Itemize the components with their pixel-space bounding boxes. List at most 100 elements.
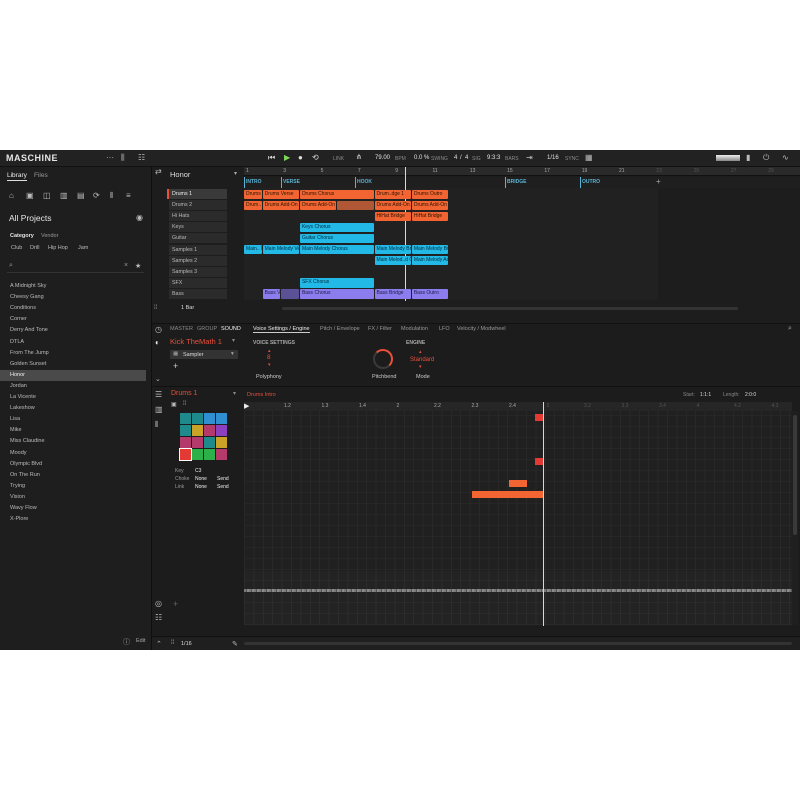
dropdown-icon[interactable]: ▾ xyxy=(234,170,237,177)
clip[interactable]: Main Melody Bridge xyxy=(374,245,411,255)
plugin-icon[interactable]: ◐ xyxy=(155,338,160,347)
velocity-lane[interactable] xyxy=(244,577,792,605)
down-arrow-icon[interactable]: ▾ xyxy=(419,364,422,370)
playhead[interactable] xyxy=(405,167,406,301)
menu-icon[interactable]: ··· xyxy=(106,153,114,162)
list-item[interactable]: Jordan xyxy=(0,381,146,392)
param-tab[interactable]: Modulation xyxy=(401,326,428,332)
list-item[interactable]: Moody xyxy=(0,448,146,459)
drum-pad[interactable] xyxy=(204,437,215,448)
tag-drill[interactable]: Drill xyxy=(30,245,39,251)
note[interactable] xyxy=(509,480,527,487)
choke-send[interactable]: Send xyxy=(217,476,229,482)
drum-pad[interactable] xyxy=(192,437,203,448)
param-tab[interactable]: LFO xyxy=(439,326,450,332)
drum-pad[interactable] xyxy=(180,425,191,436)
projects-title[interactable]: All Projects xyxy=(9,213,52,223)
effect-icon[interactable]: ▤ xyxy=(77,191,85,200)
list-item[interactable]: Miss Claudine xyxy=(0,436,146,447)
section-intro[interactable]: INTRO xyxy=(246,179,262,185)
clip[interactable]: Drums Add-On Verse xyxy=(411,200,449,210)
tag-jam[interactable]: Jam xyxy=(78,245,88,251)
arranger-icon[interactable]: ⇄ xyxy=(155,167,162,176)
clip[interactable]: Drums Verse xyxy=(262,189,299,199)
link-value[interactable]: None xyxy=(195,484,207,490)
drum-pad[interactable] xyxy=(192,413,203,424)
sync-label[interactable]: SYNC xyxy=(565,156,579,162)
clip[interactable]: Drum..dge 1 xyxy=(374,189,411,199)
info-icon[interactable]: ⓘ xyxy=(123,637,130,647)
link-send[interactable]: Send xyxy=(217,484,229,490)
list-item[interactable]: Honor xyxy=(0,369,146,381)
note[interactable] xyxy=(472,491,544,498)
loop-icon[interactable]: ⟳ xyxy=(93,191,100,200)
clip[interactable]: Bass Outro xyxy=(411,289,449,299)
clip[interactable]: Drums Add-On Verse xyxy=(374,200,411,210)
clip[interactable]: Drums Intro xyxy=(244,189,262,199)
arranger-scrollbar[interactable] xyxy=(282,307,738,310)
section-hook[interactable]: HOOK xyxy=(357,179,372,185)
pitchbend-knob[interactable] xyxy=(373,349,393,369)
key-value[interactable]: C3 xyxy=(195,468,201,474)
track-name[interactable]: Keys xyxy=(169,222,227,233)
group-name[interactable]: Honor xyxy=(170,170,190,179)
clip[interactable]: Main Melod..d On Bridge 1 xyxy=(374,256,411,266)
tag-hip-hop[interactable]: Hip Hop xyxy=(48,245,68,251)
track-name[interactable]: Samples 2 xyxy=(169,255,227,266)
drum-pad[interactable] xyxy=(216,437,227,448)
pattern-icon[interactable]: ☰ xyxy=(155,390,162,399)
arranger-ruler[interactable]: 1 3 5 7 9 11 13 15 17 19 21 23 25 27 29 xyxy=(244,167,800,176)
list-item[interactable]: On The Run xyxy=(0,470,146,481)
clip[interactable]: Main Melody Verse xyxy=(262,245,299,255)
clip[interactable]: Keys Chorus xyxy=(299,222,374,233)
drum-pad[interactable] xyxy=(180,413,191,424)
sample-icon[interactable]: ≡ xyxy=(126,191,131,200)
dropdown-icon[interactable]: ▾ xyxy=(233,390,236,397)
list-item[interactable]: Conditions xyxy=(0,303,146,314)
library-icon[interactable]: ⫼ xyxy=(121,153,125,163)
tab-master[interactable]: MASTER xyxy=(170,326,193,332)
start-value[interactable]: 1:1:1 xyxy=(700,392,711,398)
add-section-icon[interactable]: + xyxy=(656,177,661,186)
grid-value[interactable]: 1/16 xyxy=(547,155,559,161)
param-tab[interactable]: Voice Settings / Engine xyxy=(253,326,310,333)
clip[interactable]: Guitar Chorus xyxy=(299,233,374,244)
oneshot-icon[interactable]: ⫴ xyxy=(110,191,113,201)
tab-library[interactable]: Library xyxy=(7,172,27,181)
clip[interactable]: Bass Chorus xyxy=(299,289,374,299)
choke-value[interactable]: None xyxy=(195,476,207,482)
grid-icon[interactable]: ⁞⁞ xyxy=(171,640,174,646)
tab-files[interactable]: Files xyxy=(34,172,48,179)
list-item[interactable]: DTLA xyxy=(0,337,146,348)
clip[interactable]: Main Melody Chorus xyxy=(299,245,374,255)
collapse-icon[interactable]: ⌄ xyxy=(155,375,161,383)
pad-view-icon[interactable]: ▣ xyxy=(171,401,177,408)
group-name[interactable]: Drums 1 xyxy=(171,390,197,397)
clip[interactable]: Drums Add-On Verse xyxy=(262,200,299,210)
list-item[interactable]: La Vicente xyxy=(0,392,146,403)
drum-pad[interactable] xyxy=(192,449,203,460)
drum-pad[interactable] xyxy=(192,425,203,436)
edit-button[interactable]: Edit xyxy=(136,638,145,644)
project-icon[interactable]: ⌂ xyxy=(9,191,14,200)
tab-group[interactable]: GROUP xyxy=(197,326,217,332)
list-item[interactable]: X-Plore xyxy=(0,514,146,525)
collapse-icon[interactable]: ⌃ xyxy=(156,640,162,648)
pencil-icon[interactable]: ✎ xyxy=(232,640,238,648)
keyboard-icon[interactable]: ▥ xyxy=(155,405,163,414)
drum-pad[interactable] xyxy=(180,437,191,448)
param-tab[interactable]: FX / Filter xyxy=(368,326,392,332)
power-icon[interactable]: ⏻ xyxy=(763,153,769,163)
dropdown-icon[interactable]: ▾ xyxy=(232,337,235,344)
mixer-icon[interactable]: ☷ xyxy=(155,613,162,622)
section-verse[interactable]: VERSE xyxy=(283,179,300,185)
group-icon[interactable]: ▣ xyxy=(26,191,34,200)
settings-icon[interactable]: ◎ xyxy=(155,599,162,608)
clip[interactable]: Drums Outro xyxy=(411,189,449,199)
time-sig-numerator[interactable]: 4 xyxy=(454,155,457,161)
drum-pad[interactable] xyxy=(216,425,227,436)
polyphony-value[interactable]: 8 xyxy=(267,354,271,361)
track-name[interactable]: Samples 3 xyxy=(169,266,227,277)
pattern-grid-value[interactable]: 1/16 xyxy=(181,641,192,647)
list-item[interactable]: From The Jump xyxy=(0,348,146,359)
